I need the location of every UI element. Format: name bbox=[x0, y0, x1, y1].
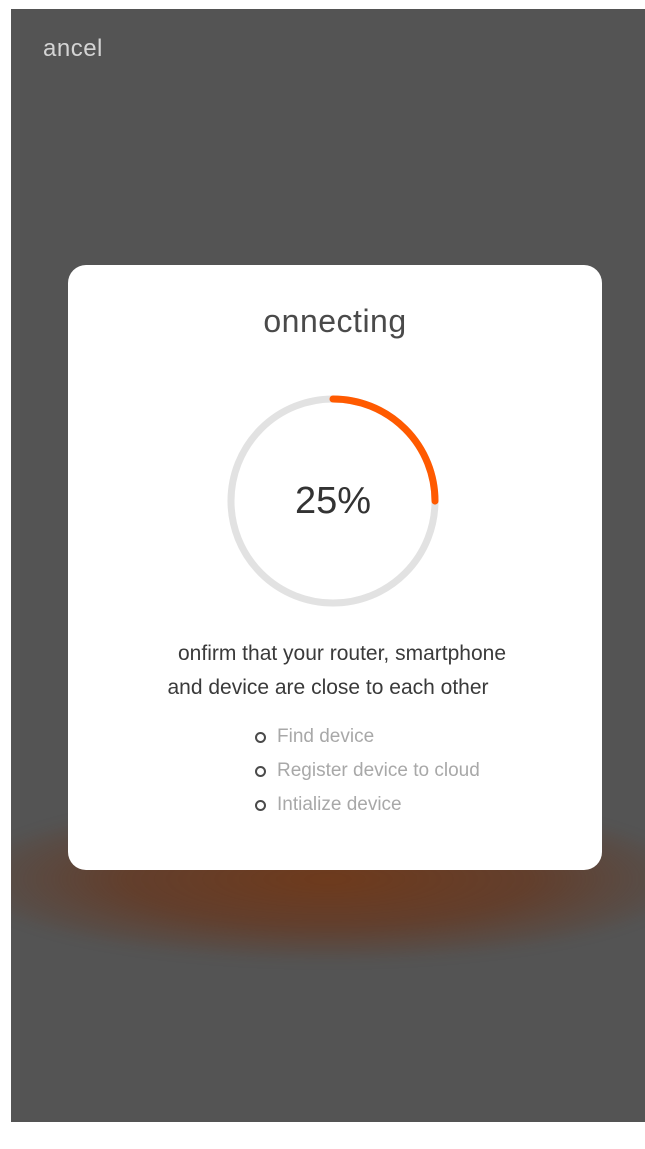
step-item: Register device to cloud bbox=[255, 754, 480, 788]
cancel-button[interactable]: ancel bbox=[43, 35, 103, 63]
connecting-dialog: onnecting 25% onfirm that your router, s… bbox=[68, 265, 602, 870]
hint-line-1: onfirm that your router, smartphone bbox=[178, 642, 506, 665]
step-label: Intialize device bbox=[277, 794, 402, 815]
step-item: Find device bbox=[255, 720, 480, 754]
circle-bullet-icon bbox=[255, 799, 266, 811]
hint-line-2: and device are close to each other bbox=[167, 676, 489, 699]
step-label: Find device bbox=[277, 726, 375, 747]
step-label: Register device to cloud bbox=[277, 760, 480, 781]
step-item: Intialize device bbox=[255, 788, 480, 822]
progress-percentage: 25% bbox=[294, 480, 372, 522]
circle-bullet-icon bbox=[255, 731, 266, 743]
app-screen: ancel onnecting 25% onfirm that your rou… bbox=[11, 9, 645, 1122]
step-list: Find device Register device to cloud Int… bbox=[255, 720, 480, 822]
connection-hint: onfirm that your router, smartphone and … bbox=[68, 637, 602, 705]
circle-bullet-icon bbox=[255, 765, 266, 777]
dialog-title: onnecting bbox=[263, 303, 407, 339]
